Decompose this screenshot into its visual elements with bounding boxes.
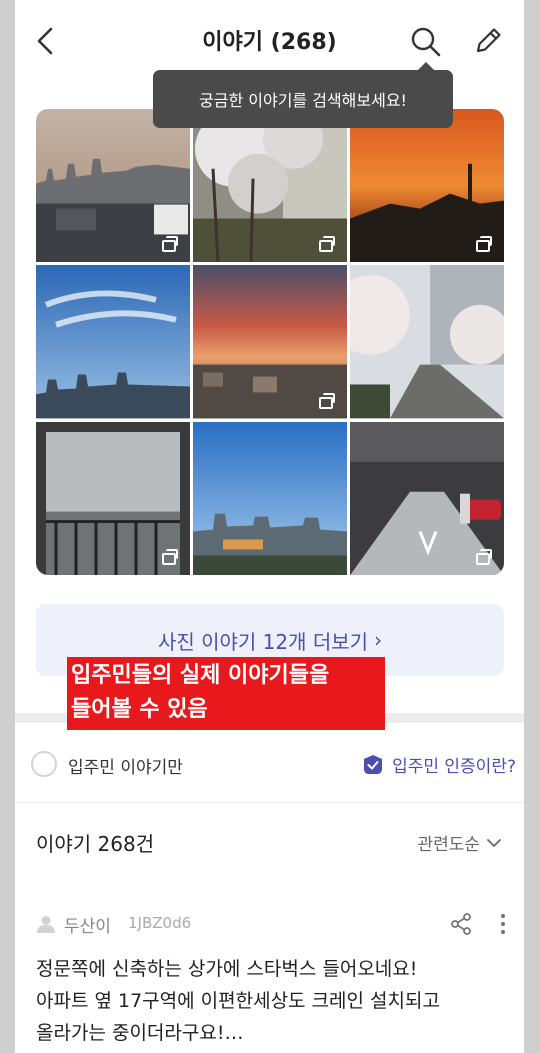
annotation-callout: 입주민들의 실제 이야기들을 들어볼 수 있음 <box>67 657 385 730</box>
resident-verify-label: 입주민 인증이란? <box>392 757 516 777</box>
story-count: 이야기 268건 <box>36 832 155 856</box>
post-line-3: 올라가는 중이더라구요!… <box>36 1022 244 1044</box>
photo-window-balcony-view[interactable] <box>36 421 190 575</box>
annotation-line-2: 들어볼 수 있음 <box>71 697 208 722</box>
filter-row: 입주민 이야기만 입주민 인증이란? <box>15 739 524 793</box>
photo-clear-sky-buildings[interactable] <box>193 421 347 575</box>
photo-parking-garage[interactable] <box>350 421 504 575</box>
resident-only-radio[interactable] <box>31 751 57 777</box>
sort-label: 관련도순 <box>417 835 480 855</box>
multi-photo-icon <box>476 548 494 565</box>
post-line-1: 정문쪽에 신축하는 상가에 스타벅스 들어오네요! <box>36 958 418 980</box>
shield-check-icon <box>364 754 383 774</box>
post-author[interactable]: 두산이 <box>64 912 111 937</box>
multi-photo-icon <box>319 392 337 409</box>
chevron-right-icon: › <box>374 628 383 652</box>
resident-only-label[interactable]: 입주민 이야기만 <box>68 753 183 778</box>
multi-photo-icon <box>476 236 494 253</box>
photo-blue-sky-city[interactable] <box>36 265 190 419</box>
post-user-id: 1JBZ0d6 <box>128 914 192 932</box>
more-photo-stories-label: 사진 이야기 12개 더보기 <box>157 629 369 654</box>
resident-verify-link[interactable]: 입주민 인증이란? <box>362 752 516 777</box>
share-icon[interactable] <box>449 912 473 936</box>
photo-fiery-sunset-town[interactable] <box>193 265 347 419</box>
chevron-down-icon <box>487 838 501 847</box>
app-screen: 이야기 (268) 궁금한 이야기를 검색해보세요! 사진 이야기 12개 더보… <box>15 0 524 1053</box>
page-title: 이야기 (268) <box>202 30 337 55</box>
more-options-icon[interactable] <box>491 912 515 936</box>
post-body[interactable]: 정문쪽에 신축하는 상가에 스타벅스 들어오네요! 아파트 옆 17구역에 이편… <box>36 953 511 1049</box>
multi-photo-icon <box>162 236 180 253</box>
post-line-2: 아파트 옆 17구역에 이편한세상도 크레인 설치되고 <box>36 990 440 1012</box>
photo-orange-sunset-mountain[interactable] <box>350 109 504 263</box>
photo-city-skyline-dusk[interactable] <box>36 109 190 263</box>
photo-blossom-lane[interactable] <box>350 265 504 419</box>
multi-photo-icon <box>162 548 180 565</box>
post-author-row: 두산이 1JBZ0d6 <box>36 912 506 938</box>
photo-cherry-blossom-street[interactable] <box>193 109 347 263</box>
sort-dropdown[interactable]: 관련도순 <box>417 830 502 855</box>
annotation-line-1: 입주민들의 실제 이야기들을 <box>71 663 330 688</box>
person-icon <box>37 916 55 933</box>
pencil-icon[interactable] <box>471 24 505 58</box>
photo-grid <box>36 109 504 575</box>
multi-photo-icon <box>319 236 337 253</box>
divider-line <box>15 802 524 803</box>
search-icon[interactable] <box>408 24 442 58</box>
search-tooltip: 궁금한 이야기를 검색해보세요! <box>153 62 453 128</box>
